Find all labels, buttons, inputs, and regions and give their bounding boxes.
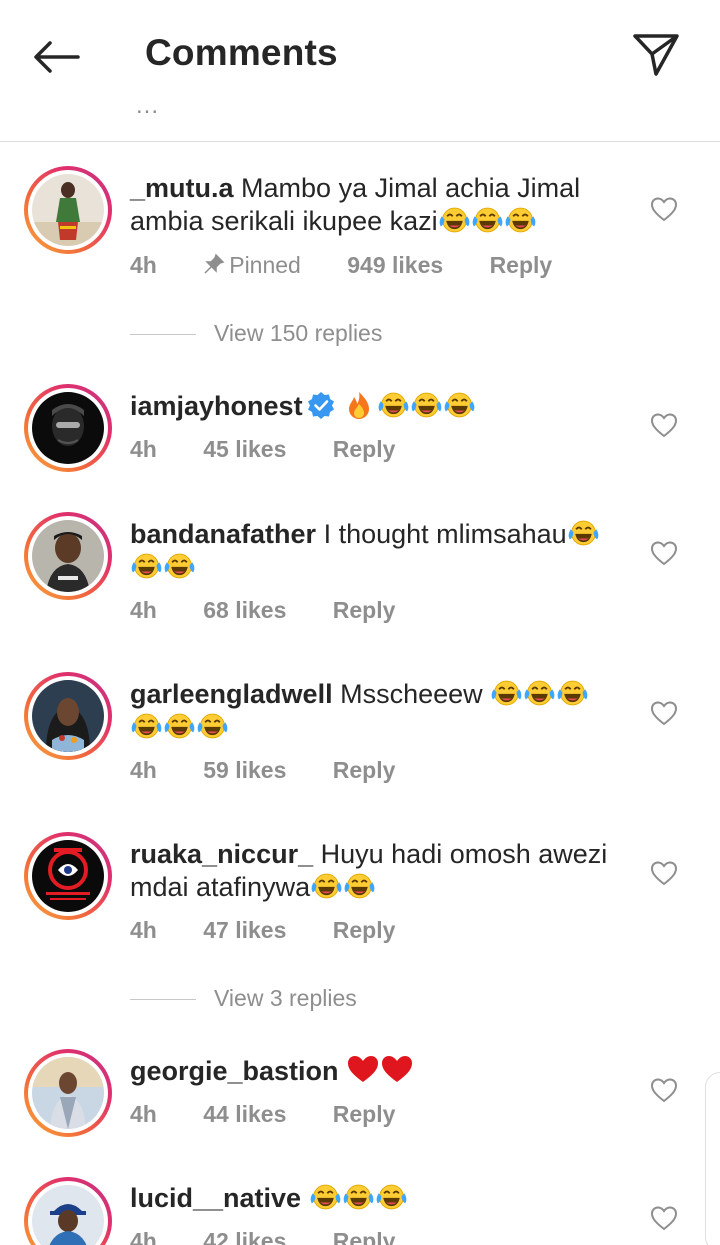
- comment-time: 4h: [130, 252, 157, 278]
- comment-username[interactable]: garleengladwell: [130, 679, 333, 709]
- laughing-emoji-icon: [443, 390, 476, 420]
- avatar[interactable]: [24, 1177, 112, 1245]
- likes-count[interactable]: 68 likes: [203, 597, 286, 624]
- red-heart-emoji-icon: [348, 1056, 379, 1082]
- laughing-emoji-icon: [567, 518, 600, 548]
- heart-icon[interactable]: [650, 700, 678, 726]
- laughing-emoji-icon: [523, 678, 556, 708]
- laughing-emoji-icon: [375, 1182, 408, 1212]
- heart-icon[interactable]: [650, 196, 678, 222]
- comment-text: georgie_bastion: [130, 1054, 620, 1088]
- laughing-emoji-icon: [504, 205, 537, 235]
- laughing-emoji-icon: [130, 551, 163, 581]
- likes-count[interactable]: 59 likes: [203, 757, 286, 784]
- likes-count[interactable]: 47 likes: [203, 917, 286, 944]
- comment-text: iamjayhonest: [130, 390, 620, 423]
- comment-meta: 4h 44 likes Reply: [130, 1101, 435, 1128]
- comment-meta: 4h 45 likes Reply: [130, 436, 435, 463]
- comment-meta: 4h 59 likes Reply: [130, 757, 435, 784]
- laughing-emoji-icon: [438, 205, 471, 235]
- laughing-emoji-icon: [410, 390, 443, 420]
- fire-emoji-icon: [348, 392, 369, 419]
- avatar[interactable]: [24, 166, 112, 254]
- reply-button[interactable]: Reply: [333, 1101, 396, 1128]
- comment-username[interactable]: ruaka_niccur_: [130, 839, 313, 869]
- heart-icon[interactable]: [650, 860, 678, 886]
- heart-icon[interactable]: [650, 412, 678, 438]
- arrow-left-icon: [34, 41, 80, 73]
- comment-meta: 4h 47 likes Reply: [130, 917, 435, 944]
- comment-meta: 4h Pinned 949 likes Reply: [130, 252, 592, 279]
- laughing-emoji-icon: [471, 205, 504, 235]
- comment-body: I thought mlimsahau: [323, 519, 567, 549]
- laughing-emoji-icon: [163, 551, 196, 581]
- comments-header: Comments ...: [0, 0, 720, 142]
- comment-username[interactable]: _mutu.a: [130, 173, 234, 203]
- reply-button[interactable]: Reply: [333, 597, 396, 624]
- verified-badge-icon: [307, 392, 334, 419]
- laughing-emoji-icon: [377, 390, 410, 420]
- page-title: Comments: [145, 32, 338, 73]
- laughing-emoji-icon: [342, 1182, 375, 1212]
- divider-line: [130, 999, 196, 1001]
- reply-button[interactable]: Reply: [333, 757, 396, 784]
- divider-line: [130, 334, 196, 336]
- likes-count[interactable]: 44 likes: [203, 1101, 286, 1128]
- laughing-emoji-icon: [343, 871, 376, 901]
- comment-meta: 4h 42 likes Reply: [130, 1228, 435, 1245]
- likes-count[interactable]: 45 likes: [203, 436, 286, 463]
- avatar[interactable]: [24, 512, 112, 600]
- comment-time: 4h: [130, 757, 157, 783]
- view-replies-button[interactable]: View 150 replies: [130, 320, 382, 347]
- laughing-emoji-icon: [310, 871, 343, 901]
- comment-time: 4h: [130, 436, 157, 462]
- comment-text: garleengladwell Msscheeew: [130, 678, 620, 744]
- comment-time: 4h: [130, 1101, 157, 1127]
- heart-icon[interactable]: [650, 540, 678, 566]
- reply-button[interactable]: Reply: [333, 1228, 396, 1245]
- reply-button[interactable]: Reply: [490, 252, 553, 279]
- comment-text: ruaka_niccur_ Huyu hadi omosh awezi mdai…: [130, 838, 620, 904]
- likes-count[interactable]: 42 likes: [203, 1228, 286, 1245]
- comment-time: 4h: [130, 1228, 157, 1245]
- comment-time: 4h: [130, 917, 157, 943]
- pin-icon: [204, 253, 225, 274]
- likes-count[interactable]: 949 likes: [347, 252, 443, 279]
- laughing-emoji-icon: [309, 1182, 342, 1212]
- share-button[interactable]: [630, 30, 682, 78]
- reply-button[interactable]: Reply: [333, 436, 396, 463]
- avatar[interactable]: [24, 672, 112, 760]
- laughing-emoji-icon: [130, 711, 163, 741]
- avatar[interactable]: [24, 832, 112, 920]
- comment-username[interactable]: lucid__native: [130, 1183, 301, 1213]
- comment-time: 4h: [130, 597, 157, 623]
- laughing-emoji-icon: [556, 678, 589, 708]
- heart-icon[interactable]: [650, 1077, 678, 1103]
- avatar[interactable]: [24, 384, 112, 472]
- laughing-emoji-icon: [196, 711, 229, 741]
- more-indicator: ...: [136, 92, 160, 119]
- scroll-handle[interactable]: [705, 1072, 720, 1245]
- comment-body: Msscheeew: [340, 679, 483, 709]
- comment-meta: 4h 68 likes Reply: [130, 597, 435, 624]
- back-button[interactable]: [30, 36, 82, 78]
- laughing-emoji-icon: [490, 678, 523, 708]
- pinned-label: Pinned: [203, 252, 301, 279]
- comment-username[interactable]: bandanafather: [130, 519, 316, 549]
- heart-icon[interactable]: [650, 1205, 678, 1231]
- comment-text: lucid__native: [130, 1182, 620, 1215]
- avatar[interactable]: [24, 1049, 112, 1137]
- reply-button[interactable]: Reply: [333, 917, 396, 944]
- laughing-emoji-icon: [163, 711, 196, 741]
- comment-text: _mutu.a Mambo ya Jimal achia Jimal ambia…: [130, 172, 620, 238]
- comment-text: bandanafather I thought mlimsahau: [130, 518, 620, 584]
- comment-username[interactable]: iamjayhonest: [130, 391, 303, 421]
- red-heart-emoji-icon: [382, 1056, 413, 1082]
- paper-plane-icon: [633, 34, 679, 76]
- view-replies-button[interactable]: View 3 replies: [130, 985, 357, 1012]
- comment-username[interactable]: georgie_bastion: [130, 1056, 339, 1086]
